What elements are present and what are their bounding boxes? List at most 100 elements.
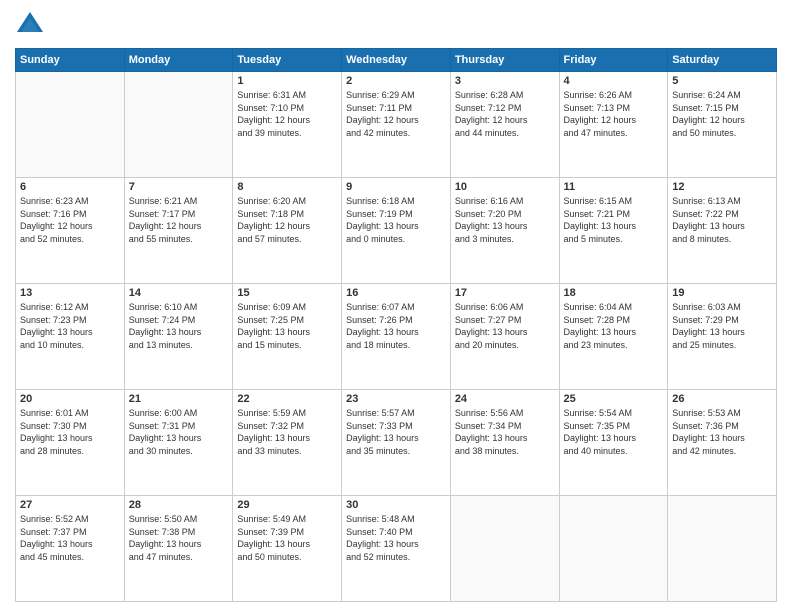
day-info: Sunrise: 5:49 AM Sunset: 7:39 PM Dayligh…	[237, 513, 337, 563]
calendar-cell: 12 Sunrise: 6:13 AM Sunset: 7:22 PM Dayli…	[668, 178, 777, 284]
weekday-header-wednesday: Wednesday	[342, 49, 451, 72]
calendar-cell: 17 Sunrise: 6:06 AM Sunset: 7:27 PM Dayli…	[450, 284, 559, 390]
calendar-cell: 27 Sunrise: 5:52 AM Sunset: 7:37 PM Dayli…	[16, 496, 125, 602]
header	[15, 10, 777, 40]
calendar-cell: 25 Sunrise: 5:54 AM Sunset: 7:35 PM Dayli…	[559, 390, 668, 496]
day-info: Sunrise: 6:13 AM Sunset: 7:22 PM Dayligh…	[672, 195, 772, 245]
weekday-header-monday: Monday	[124, 49, 233, 72]
day-info: Sunrise: 6:20 AM Sunset: 7:18 PM Dayligh…	[237, 195, 337, 245]
calendar-cell: 7 Sunrise: 6:21 AM Sunset: 7:17 PM Daylig…	[124, 178, 233, 284]
calendar-cell	[559, 496, 668, 602]
calendar-cell: 1 Sunrise: 6:31 AM Sunset: 7:10 PM Daylig…	[233, 72, 342, 178]
day-number: 13	[20, 287, 120, 299]
calendar-cell: 4Sunrise: 6:26 AM Sunset: 7:13 PM Daylig…	[559, 72, 668, 178]
day-number: 7	[129, 181, 229, 193]
day-info: Sunrise: 6:21 AM Sunset: 7:17 PM Dayligh…	[129, 195, 229, 245]
calendar-week-row: 6 Sunrise: 6:23 AM Sunset: 7:16 PM Daylig…	[16, 178, 777, 284]
day-number: 24	[455, 393, 555, 405]
day-info: Sunrise: 6:00 AM Sunset: 7:31 PM Dayligh…	[129, 407, 229, 457]
day-info: Sunrise: 6:04 AM Sunset: 7:28 PM Dayligh…	[564, 301, 664, 351]
weekday-header-sunday: Sunday	[16, 49, 125, 72]
calendar-cell	[124, 72, 233, 178]
day-info: Sunrise: 5:59 AM Sunset: 7:32 PM Dayligh…	[237, 407, 337, 457]
logo	[15, 10, 49, 40]
day-number: 25	[564, 393, 664, 405]
calendar-cell: 22 Sunrise: 5:59 AM Sunset: 7:32 PM Dayli…	[233, 390, 342, 496]
day-info: Sunrise: 6:12 AM Sunset: 7:23 PM Dayligh…	[20, 301, 120, 351]
day-info: Sunrise: 6:31 AM Sunset: 7:10 PM Dayligh…	[237, 89, 337, 139]
calendar-cell: 21 Sunrise: 6:00 AM Sunset: 7:31 PM Dayli…	[124, 390, 233, 496]
day-info: Sunrise: 5:48 AM Sunset: 7:40 PM Dayligh…	[346, 513, 446, 563]
day-number: 10	[455, 181, 555, 193]
calendar-week-row: 27 Sunrise: 5:52 AM Sunset: 7:37 PM Dayli…	[16, 496, 777, 602]
day-info: Sunrise: 6:18 AM Sunset: 7:19 PM Dayligh…	[346, 195, 446, 245]
calendar-cell: 11 Sunrise: 6:15 AM Sunset: 7:21 PM Dayli…	[559, 178, 668, 284]
day-info: Sunrise: 5:50 AM Sunset: 7:38 PM Dayligh…	[129, 513, 229, 563]
day-number: 14	[129, 287, 229, 299]
calendar-cell: 16Sunrise: 6:07 AM Sunset: 7:26 PM Dayli…	[342, 284, 451, 390]
calendar-cell: 29 Sunrise: 5:49 AM Sunset: 7:39 PM Dayli…	[233, 496, 342, 602]
day-info: Sunrise: 5:56 AM Sunset: 7:34 PM Dayligh…	[455, 407, 555, 457]
calendar-week-row: 13 Sunrise: 6:12 AM Sunset: 7:23 PM Dayli…	[16, 284, 777, 390]
calendar-cell: 24 Sunrise: 5:56 AM Sunset: 7:34 PM Dayli…	[450, 390, 559, 496]
calendar-cell	[668, 496, 777, 602]
day-info: Sunrise: 5:52 AM Sunset: 7:37 PM Dayligh…	[20, 513, 120, 563]
calendar-cell: 23 Sunrise: 5:57 AM Sunset: 7:33 PM Dayli…	[342, 390, 451, 496]
day-number: 29	[237, 499, 337, 511]
calendar-cell: 14 Sunrise: 6:10 AM Sunset: 7:24 PM Dayli…	[124, 284, 233, 390]
calendar-cell: 8Sunrise: 6:20 AM Sunset: 7:18 PM Daylig…	[233, 178, 342, 284]
weekday-header-friday: Friday	[559, 49, 668, 72]
weekday-header-thursday: Thursday	[450, 49, 559, 72]
day-number: 27	[20, 499, 120, 511]
day-number: 9	[346, 181, 446, 193]
day-number: 23	[346, 393, 446, 405]
calendar-cell: 13 Sunrise: 6:12 AM Sunset: 7:23 PM Dayli…	[16, 284, 125, 390]
day-info: Sunrise: 6:01 AM Sunset: 7:30 PM Dayligh…	[20, 407, 120, 457]
day-number: 11	[564, 181, 664, 193]
day-info: Sunrise: 6:15 AM Sunset: 7:21 PM Dayligh…	[564, 195, 664, 245]
day-info: Sunrise: 6:03 AM Sunset: 7:29 PM Dayligh…	[672, 301, 772, 351]
calendar-cell: 9 Sunrise: 6:18 AM Sunset: 7:19 PM Daylig…	[342, 178, 451, 284]
day-number: 30	[346, 499, 446, 511]
day-number: 21	[129, 393, 229, 405]
day-info: Sunrise: 6:23 AM Sunset: 7:16 PM Dayligh…	[20, 195, 120, 245]
day-info: Sunrise: 5:57 AM Sunset: 7:33 PM Dayligh…	[346, 407, 446, 457]
weekday-header-saturday: Saturday	[668, 49, 777, 72]
day-info: Sunrise: 6:29 AM Sunset: 7:11 PM Dayligh…	[346, 89, 446, 139]
calendar-table: SundayMondayTuesdayWednesdayThursdayFrid…	[15, 48, 777, 602]
day-number: 1	[237, 75, 337, 87]
day-info: Sunrise: 6:10 AM Sunset: 7:24 PM Dayligh…	[129, 301, 229, 351]
day-info: Sunrise: 6:26 AM Sunset: 7:13 PM Dayligh…	[564, 89, 664, 139]
weekday-header-row: SundayMondayTuesdayWednesdayThursdayFrid…	[16, 49, 777, 72]
day-info: Sunrise: 6:09 AM Sunset: 7:25 PM Dayligh…	[237, 301, 337, 351]
day-number: 6	[20, 181, 120, 193]
calendar-cell: 18Sunrise: 6:04 AM Sunset: 7:28 PM Dayli…	[559, 284, 668, 390]
calendar-cell: 30 Sunrise: 5:48 AM Sunset: 7:40 PM Dayli…	[342, 496, 451, 602]
day-number: 22	[237, 393, 337, 405]
calendar-cell: 15Sunrise: 6:09 AM Sunset: 7:25 PM Dayli…	[233, 284, 342, 390]
day-number: 2	[346, 75, 446, 87]
calendar-cell: 28Sunrise: 5:50 AM Sunset: 7:38 PM Dayli…	[124, 496, 233, 602]
day-number: 12	[672, 181, 772, 193]
day-number: 5	[672, 75, 772, 87]
weekday-header-tuesday: Tuesday	[233, 49, 342, 72]
day-number: 26	[672, 393, 772, 405]
day-info: Sunrise: 5:54 AM Sunset: 7:35 PM Dayligh…	[564, 407, 664, 457]
day-info: Sunrise: 6:06 AM Sunset: 7:27 PM Dayligh…	[455, 301, 555, 351]
day-number: 20	[20, 393, 120, 405]
day-number: 19	[672, 287, 772, 299]
calendar-cell	[16, 72, 125, 178]
calendar-cell: 10 Sunrise: 6:16 AM Sunset: 7:20 PM Dayli…	[450, 178, 559, 284]
calendar-week-row: 20 Sunrise: 6:01 AM Sunset: 7:30 PM Dayli…	[16, 390, 777, 496]
calendar-cell: 20 Sunrise: 6:01 AM Sunset: 7:30 PM Dayli…	[16, 390, 125, 496]
page: SundayMondayTuesdayWednesdayThursdayFrid…	[0, 0, 792, 612]
calendar-cell: 19 Sunrise: 6:03 AM Sunset: 7:29 PM Dayli…	[668, 284, 777, 390]
day-number: 17	[455, 287, 555, 299]
logo-icon	[15, 10, 45, 40]
day-number: 16	[346, 287, 446, 299]
day-info: Sunrise: 6:24 AM Sunset: 7:15 PM Dayligh…	[672, 89, 772, 139]
day-number: 3	[455, 75, 555, 87]
calendar-cell: 3Sunrise: 6:28 AM Sunset: 7:12 PM Daylig…	[450, 72, 559, 178]
day-info: Sunrise: 6:16 AM Sunset: 7:20 PM Dayligh…	[455, 195, 555, 245]
calendar-cell: 5 Sunrise: 6:24 AM Sunset: 7:15 PM Daylig…	[668, 72, 777, 178]
